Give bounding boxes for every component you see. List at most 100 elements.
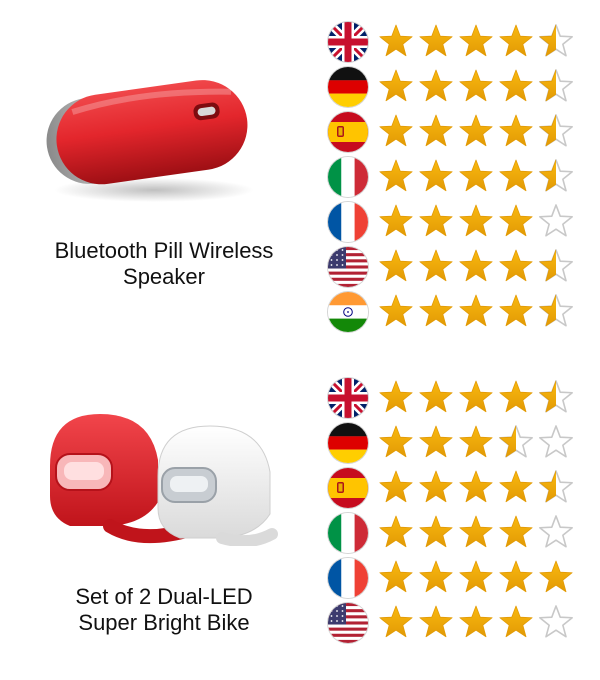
- star-icon-full: [379, 159, 413, 192]
- rating-row-usa: [328, 603, 588, 643]
- star-rating: [379, 515, 573, 548]
- product-title-line: Speaker: [123, 264, 205, 289]
- star-icon-half: [539, 24, 573, 57]
- star-rating: [379, 425, 573, 458]
- star-rating: [379, 605, 573, 638]
- product-title-line: Super Bright Bike: [78, 610, 250, 635]
- star-icon-full: [379, 605, 413, 638]
- rating-row-france: [328, 202, 588, 242]
- star-rating: [379, 560, 573, 593]
- star-icon-full: [379, 24, 413, 57]
- star-icon-full: [379, 470, 413, 503]
- germany-flag-icon: [328, 423, 368, 463]
- usa-flag-icon: [328, 247, 368, 287]
- france-flag-icon: [328, 558, 368, 598]
- star-icon-full: [499, 249, 533, 282]
- star-icon-full: [419, 380, 453, 413]
- star-icon-full: [499, 560, 533, 593]
- star-icon-full: [379, 380, 413, 413]
- rating-row-germany: [328, 423, 588, 463]
- star-icon-half: [539, 470, 573, 503]
- star-rating: [379, 204, 573, 237]
- star-icon-empty: [539, 425, 573, 458]
- star-icon-full: [419, 605, 453, 638]
- star-icon-full: [379, 515, 413, 548]
- star-icon-half: [539, 159, 573, 192]
- italy-flag-icon: [328, 157, 368, 197]
- rating-row-india: [328, 292, 588, 332]
- star-icon-full: [499, 470, 533, 503]
- star-icon-full: [459, 159, 493, 192]
- star-rating: [379, 470, 573, 503]
- star-icon-full: [499, 69, 533, 102]
- rating-row-france: [328, 558, 588, 598]
- rating-row-italy: [328, 157, 588, 197]
- star-icon-full: [459, 69, 493, 102]
- uk-flag-icon: [328, 22, 368, 62]
- rating-row-spain: [328, 112, 588, 152]
- star-icon-full: [499, 380, 533, 413]
- star-icon-empty: [539, 515, 573, 548]
- star-icon-full: [419, 204, 453, 237]
- star-icon-full: [459, 249, 493, 282]
- spain-flag-icon: [328, 468, 368, 508]
- star-icon-full: [459, 114, 493, 147]
- rating-row-spain: [328, 468, 588, 508]
- rating-row-uk: [328, 378, 588, 418]
- rating-row-italy: [328, 513, 588, 553]
- star-icon-full: [459, 605, 493, 638]
- star-icon-full: [419, 294, 453, 327]
- star-icon-full: [379, 560, 413, 593]
- star-icon-full: [419, 425, 453, 458]
- bike-lights-image: [40, 406, 290, 551]
- star-rating: [379, 24, 573, 57]
- product-title-line: Set of 2 Dual-LED: [75, 584, 253, 609]
- rating-row-uk: [328, 22, 588, 62]
- star-icon-full: [419, 560, 453, 593]
- speaker-image: [36, 68, 256, 213]
- star-icon-full: [379, 294, 413, 327]
- star-icon-half: [539, 294, 573, 327]
- product-title: Set of 2 Dual-LED Super Bright Bike: [14, 584, 314, 636]
- star-icon-full: [499, 24, 533, 57]
- star-icon-full: [379, 114, 413, 147]
- india-flag-icon: [328, 292, 368, 332]
- star-icon-full: [459, 470, 493, 503]
- star-rating: [379, 114, 573, 147]
- star-icon-full: [459, 560, 493, 593]
- star-icon-full: [499, 159, 533, 192]
- star-icon-full: [459, 515, 493, 548]
- star-icon-half: [539, 114, 573, 147]
- italy-flag-icon: [328, 513, 368, 553]
- star-icon-full: [419, 69, 453, 102]
- star-icon-full: [459, 425, 493, 458]
- star-rating: [379, 380, 573, 413]
- star-rating: [379, 69, 573, 102]
- star-icon-full: [379, 69, 413, 102]
- star-icon-full: [419, 470, 453, 503]
- star-icon-full: [499, 605, 533, 638]
- rating-row-germany: [328, 67, 588, 107]
- star-icon-full: [499, 204, 533, 237]
- spain-flag-icon: [328, 112, 368, 152]
- rating-row-usa: [328, 247, 588, 287]
- star-icon-half: [539, 380, 573, 413]
- star-icon-full: [459, 380, 493, 413]
- star-icon-empty: [539, 204, 573, 237]
- star-rating: [379, 249, 573, 282]
- germany-flag-icon: [328, 67, 368, 107]
- product-title: Bluetooth Pill Wireless Speaker: [14, 238, 314, 290]
- product-card-speaker: Bluetooth Pill Wireless Speaker: [0, 0, 600, 360]
- star-icon-full: [499, 515, 533, 548]
- star-icon-full: [419, 159, 453, 192]
- uk-flag-icon: [328, 378, 368, 418]
- star-icon-full: [419, 515, 453, 548]
- star-icon-half: [539, 249, 573, 282]
- star-icon-full: [379, 249, 413, 282]
- star-icon-half: [499, 425, 533, 458]
- usa-flag-icon: [328, 603, 368, 643]
- star-icon-full: [419, 114, 453, 147]
- star-icon-full: [379, 425, 413, 458]
- star-icon-full: [379, 204, 413, 237]
- star-icon-full: [459, 24, 493, 57]
